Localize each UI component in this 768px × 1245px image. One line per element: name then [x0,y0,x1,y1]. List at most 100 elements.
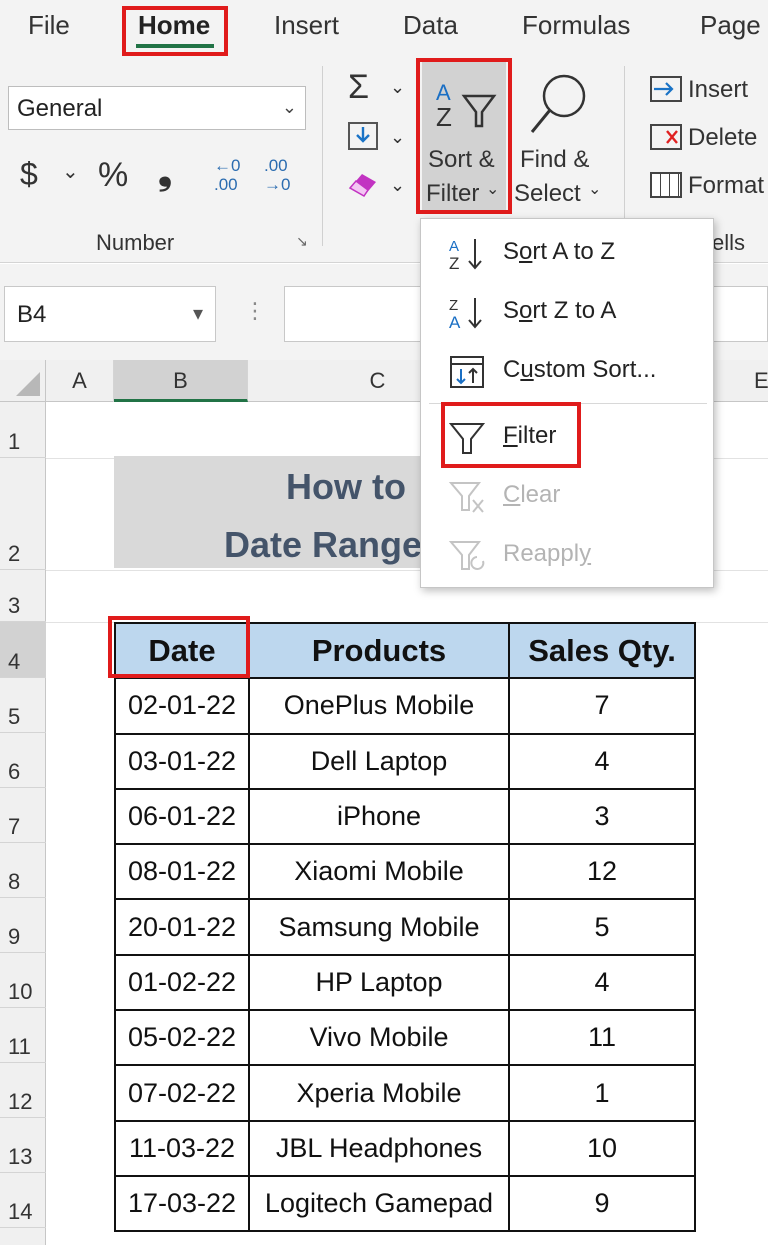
format-cells-button[interactable]: Format [688,172,764,200]
row-header-5[interactable]: 5 [0,678,46,733]
more-dots-icon: ⋮ [244,298,266,323]
row-header-6[interactable]: 6 [0,733,46,788]
format-cells-icon[interactable] [650,172,682,198]
cell-sales-qty[interactable]: 1 [508,1064,696,1122]
cell-sales-qty[interactable]: 3 [508,787,696,846]
tab-file[interactable]: File [28,10,70,41]
tab-insert[interactable]: Insert [274,10,339,41]
tab-home[interactable]: Home [138,10,210,41]
cell-date[interactable]: 17-03-22 [114,1174,250,1233]
cell-product[interactable]: OnePlus Mobile [248,677,510,735]
find-select-button[interactable]: Find & Select ⌄ [512,62,604,212]
cell-sales-qty[interactable]: 4 [508,953,696,1012]
row-header-2[interactable]: 2 [0,458,46,570]
row-number: 14 [8,1199,33,1224]
row-header-1[interactable]: 1 [0,402,46,458]
column-header-a[interactable]: A [46,360,114,402]
cell-sales-qty[interactable]: 7 [508,677,696,735]
name-box[interactable]: B4 ▾ [4,286,216,342]
cell-date[interactable]: 20-01-22 [114,898,250,956]
clear-eraser-icon[interactable] [346,170,380,203]
row-header-3[interactable]: 3 [0,570,46,622]
title-merged-cell[interactable]: How to Date Range [114,456,424,568]
sort-filter-button[interactable]: A Z Sort & Filter ⌄ [422,62,506,212]
column-header-b[interactable]: B [114,360,248,402]
tab-formulas[interactable]: Formulas [522,10,630,41]
row-headers: 1 2 3 4 5 6 7 8 9 10 11 12 13 14 [0,402,46,1245]
cell-date[interactable]: 01-02-22 [114,953,250,1012]
delete-cells-icon[interactable] [650,124,682,150]
chevron-down-icon[interactable]: ⌄ [390,128,405,146]
row-header-12[interactable]: 12 [0,1063,46,1118]
cell-product[interactable]: Xiaomi Mobile [248,843,510,901]
cell-date[interactable]: 02-01-22 [114,677,250,735]
row-header-10[interactable]: 10 [0,953,46,1008]
menu-item-sort-a-to-z[interactable]: A Z Sort A to Z [421,225,713,281]
row-header-13[interactable]: 13 [0,1118,46,1173]
chevron-down-icon[interactable]: ⌄ [390,78,405,96]
title-line-2: Date Range [224,524,423,565]
menu-item-sort-z-to-a[interactable]: Z A Sort Z to A [421,284,713,340]
cell-date[interactable]: 05-02-22 [114,1009,250,1067]
header-products[interactable]: Products [248,621,510,680]
currency-format-button[interactable]: $ [20,158,38,190]
clear-filter-icon [448,482,484,513]
delete-cells-button[interactable]: Delete [688,124,757,152]
increase-decimal-button[interactable]: ←0 .00 [214,156,254,194]
row-header-14[interactable]: 14 [0,1173,46,1228]
access-key: y [579,540,592,567]
select-all-corner[interactable] [0,360,46,402]
cell-date[interactable]: 06-01-22 [114,787,250,846]
cell-sales-qty[interactable]: 4 [508,732,696,790]
dialog-launcher-icon[interactable]: ↘ [296,234,308,248]
cell-product[interactable]: Logitech Gamepad [248,1174,510,1233]
row-header-9[interactable]: 9 [0,898,46,953]
cell-date[interactable]: 07-02-22 [114,1064,250,1122]
menu-item-filter[interactable]: Filter [421,409,713,465]
table-row: 05-02-22 Vivo Mobile 11 [114,1009,696,1067]
cell-product[interactable]: Samsung Mobile [248,898,510,956]
sort-filter-label-line2: Filter [426,180,480,207]
cell-product[interactable]: Dell Laptop [248,732,510,790]
cell-sales-qty[interactable]: 11 [508,1009,696,1067]
column-header-e[interactable]: E [740,360,768,402]
number-format-dropdown[interactable]: General ⌄ [8,86,306,130]
cell-product[interactable]: JBL Headphones [248,1119,510,1177]
cell-sales-qty[interactable]: 12 [508,843,696,901]
insert-cells-button[interactable]: Insert [688,76,748,104]
chevron-down-icon[interactable]: ▾ [193,301,203,326]
cell-sales-qty[interactable]: 10 [508,1119,696,1177]
header-date[interactable]: Date [114,621,250,680]
tab-page-layout[interactable]: Page [700,10,761,41]
cell-date[interactable]: 08-01-22 [114,843,250,901]
decrease-decimal-button[interactable]: .00 →0 [264,156,304,194]
cells-group-label: ells [712,230,746,255]
chevron-down-icon[interactable]: ⌄ [390,176,405,194]
svg-text:Z: Z [449,254,459,273]
cell-sales-qty[interactable]: 5 [508,898,696,956]
row-header-11[interactable]: 11 [0,1008,46,1063]
row-header-4[interactable]: 4 [0,622,46,678]
table-header-row: Date Products Sales Qty. [114,621,696,680]
autosum-button[interactable]: Σ [348,70,369,104]
cell-product[interactable]: HP Laptop [248,953,510,1012]
percent-style-button[interactable]: % [98,158,128,192]
row-header-8[interactable]: 8 [0,843,46,898]
comma-style-button[interactable]: ❟ [158,154,172,190]
menu-item-custom-sort[interactable]: Custom Sort... [421,343,713,399]
cell-date[interactable]: 03-01-22 [114,732,250,790]
cell-product[interactable]: Vivo Mobile [248,1009,510,1067]
cell-product[interactable]: iPhone [248,787,510,846]
cell-date[interactable]: 11-03-22 [114,1119,250,1177]
chevron-down-icon[interactable]: ⌄ [62,162,79,182]
menu-item-reapply: Reapply [421,527,713,583]
tab-data[interactable]: Data [403,10,458,41]
cell-sales-qty[interactable]: 9 [508,1174,696,1233]
table-row: 06-01-22 iPhone 3 [114,787,696,846]
cell-product[interactable]: Xperia Mobile [248,1064,510,1122]
row-number: 5 [8,704,21,729]
row-header-7[interactable]: 7 [0,788,46,843]
insert-cells-icon[interactable] [650,76,682,102]
fill-icon[interactable] [348,122,378,150]
header-sales-qty[interactable]: Sales Qty. [508,621,696,680]
